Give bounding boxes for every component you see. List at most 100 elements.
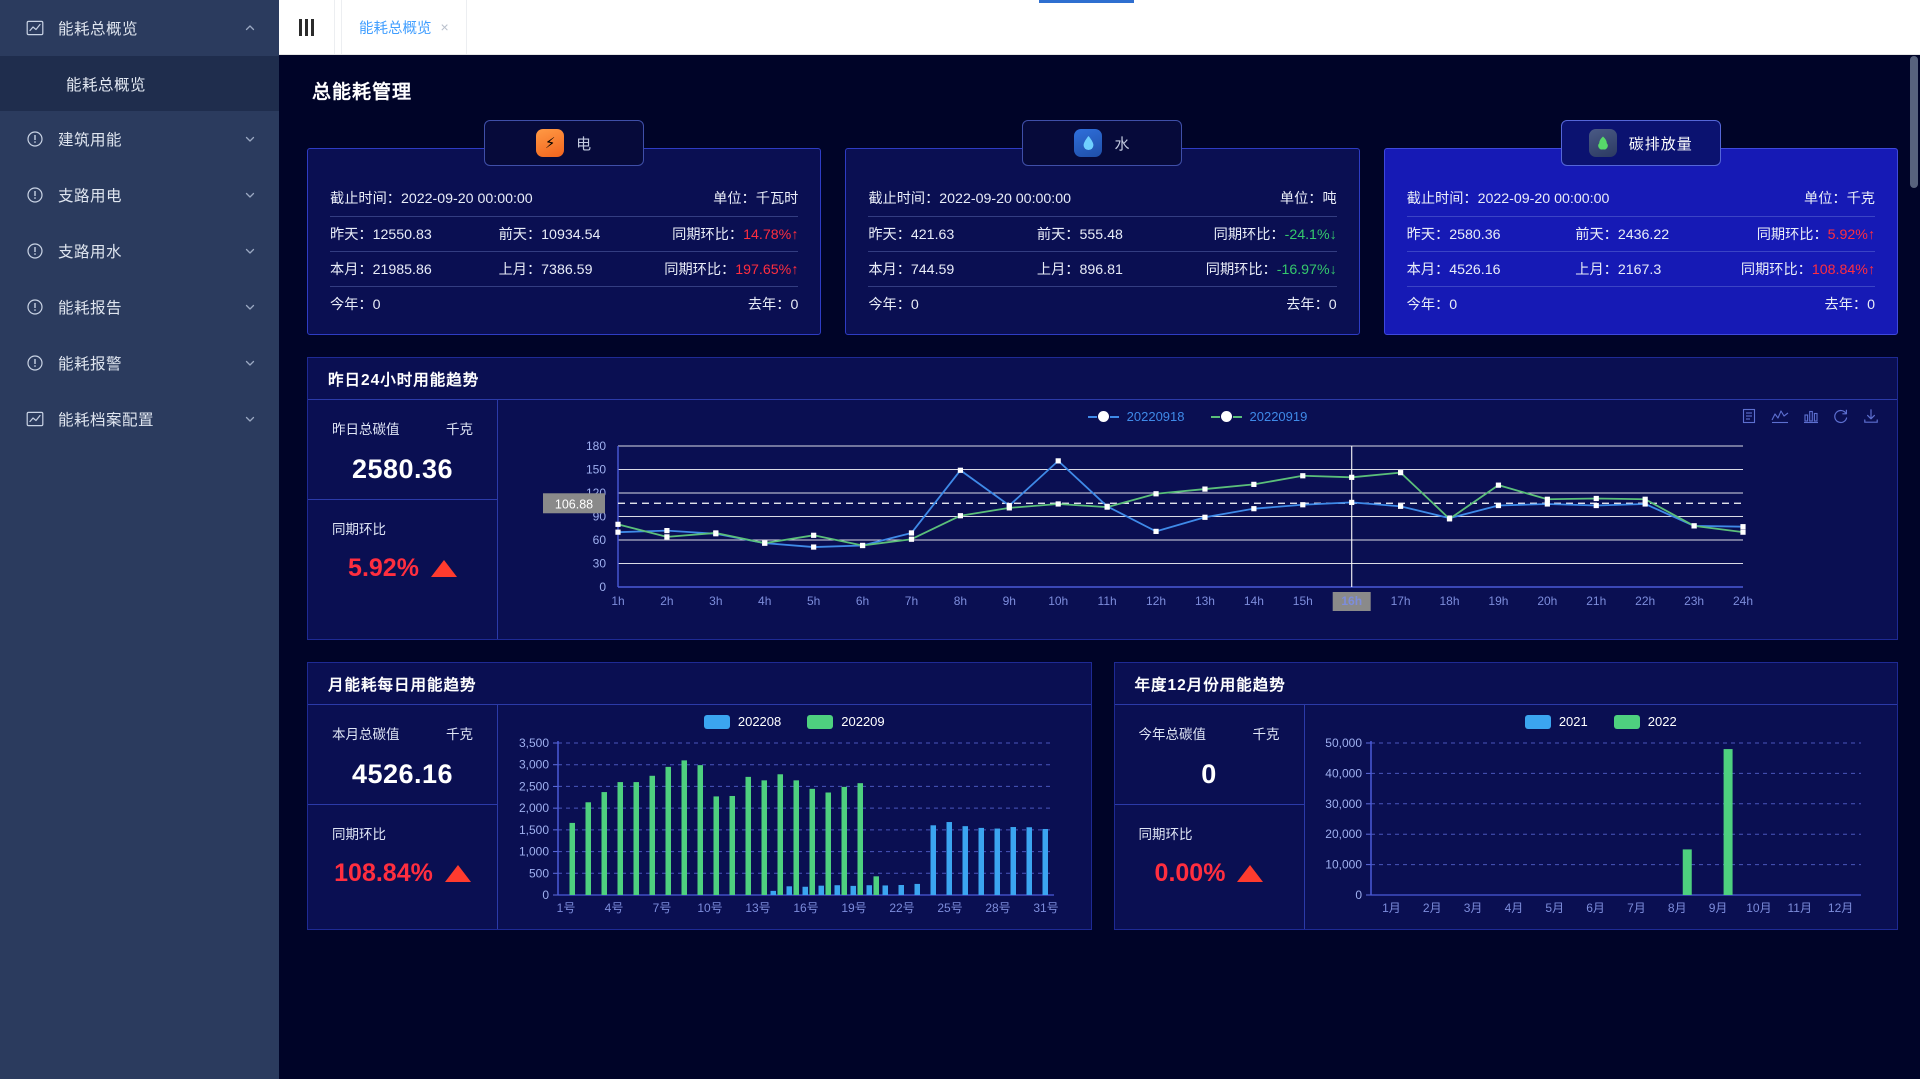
unit-text: 单位：千瓦时: [713, 188, 798, 208]
status-badge: 14.78%↑: [743, 227, 798, 243]
month-ratio-head: 同期环比: [332, 823, 473, 843]
sidebar-item-label: 支路用水: [58, 240, 243, 262]
sidebar-item-energy-report[interactable]: 能耗报告: [0, 279, 279, 335]
hourly-ratio-row: 5.92%: [332, 554, 473, 583]
sidebar-item-energy-alarm[interactable]: 能耗报警: [0, 335, 279, 391]
month-ratio-row: 108.84%: [332, 859, 473, 888]
svg-text:3月: 3月: [1463, 901, 1482, 915]
sidebar-subitem-label: 能耗总概览: [66, 73, 146, 95]
status-badge: -16.97%↓: [1277, 262, 1337, 278]
svg-text:13h: 13h: [1195, 594, 1215, 608]
svg-text:60: 60: [593, 533, 607, 547]
month-total-box: 本月总碳值 千克 4526.16: [308, 705, 497, 804]
chevron-down-icon[interactable]: [243, 244, 257, 258]
svg-text:31号: 31号: [1033, 901, 1058, 915]
sidebar-item-building-energy[interactable]: 建筑用能: [0, 111, 279, 167]
hourly-total-value: 2580.36: [332, 454, 473, 485]
line-chart-icon[interactable]: [1771, 408, 1789, 424]
vertical-scrollbar-thumb[interactable]: [1910, 56, 1918, 188]
chevron-down-icon[interactable]: [243, 412, 257, 426]
tab-water[interactable]: 水: [1022, 120, 1182, 166]
restore-icon[interactable]: [1833, 408, 1849, 424]
chevron-down-icon[interactable]: [243, 188, 257, 202]
legend-item-2022[interactable]: 2022: [1614, 714, 1677, 729]
data-view-icon[interactable]: [1741, 408, 1757, 424]
svg-text:18h: 18h: [1440, 594, 1460, 608]
tab-carbon[interactable]: 碳排放量: [1561, 120, 1721, 166]
chevron-down-icon[interactable]: [243, 132, 257, 146]
sidebar-item-archive-config[interactable]: 能耗档案配置: [0, 391, 279, 447]
year-chart-legend: 2021 2022: [1305, 705, 1898, 729]
legend-label: 2022: [1648, 714, 1677, 729]
kpi-card-body: 截止时间：2022-09-20 00:00:00 单位：千克 昨天：2580.3…: [1384, 148, 1898, 335]
svg-text:16h: 16h: [1341, 594, 1362, 608]
this-month-cell: 本月：744.59: [868, 259, 1037, 279]
svg-text:10月: 10月: [1746, 901, 1771, 915]
sidebar: 能耗总概览 能耗总概览 建筑用能 支路用电: [0, 0, 279, 1079]
svg-text:1月: 1月: [1382, 901, 1401, 915]
hourly-total-head: 昨日总碳值 千克: [332, 418, 473, 438]
panel-title: 年度12月份用能趋势: [1115, 663, 1898, 705]
chevron-down-icon[interactable]: [243, 300, 257, 314]
close-icon[interactable]: ×: [441, 20, 449, 34]
lightning-icon: ⚡: [536, 129, 564, 157]
panel-title: 月能耗每日用能趋势: [308, 663, 1091, 705]
sidebar-item-branch-electricity[interactable]: 支路用电: [0, 167, 279, 223]
hourly-ratio-box: 同期环比 5.92%: [308, 499, 497, 597]
hamburger-icon[interactable]: [279, 0, 335, 54]
kpi-card-carbon: 碳排放量 截止时间：2022-09-20 00:00:00 单位：千克 昨天：2…: [1384, 120, 1898, 335]
tab-overview[interactable]: 能耗总概览 ×: [341, 0, 467, 54]
svg-text:2,500: 2,500: [519, 779, 549, 793]
legend-swatch-icon: [1614, 715, 1640, 729]
panel-body: 本月总碳值 千克 4526.16 同期环比 108.84%: [308, 705, 1091, 929]
chevron-up-icon[interactable]: [243, 21, 257, 35]
last-year-cell: 去年：0: [748, 294, 798, 314]
svg-text:12月: 12月: [1827, 901, 1852, 915]
svg-text:1h: 1h: [611, 594, 624, 608]
last-year-cell: 去年：0: [1286, 294, 1336, 314]
legend-item-20220919[interactable]: 20220919: [1211, 409, 1308, 424]
svg-text:7号: 7号: [653, 901, 672, 915]
hourly-chart-toolbar: [1741, 408, 1879, 424]
svg-text:1,000: 1,000: [519, 845, 549, 859]
svg-text:10号: 10号: [697, 901, 722, 915]
legend-item-2021[interactable]: 2021: [1525, 714, 1588, 729]
info-icon: [26, 242, 44, 260]
topbar-accent-bar: [1039, 0, 1134, 3]
svg-text:23h: 23h: [1684, 594, 1704, 608]
svg-text:8h: 8h: [954, 594, 967, 608]
last-year-cell: 去年：0: [1825, 294, 1875, 314]
download-icon[interactable]: [1863, 408, 1879, 424]
card-day-row: 昨天：12550.83 前天：10934.54 同期环比：14.78%↑: [330, 216, 798, 250]
legend-item-20220918[interactable]: 20220918: [1088, 409, 1185, 424]
tab-carbon-label: 碳排放量: [1629, 133, 1693, 154]
sidebar-item-label: 支路用电: [58, 184, 243, 206]
sidebar-item-overview[interactable]: 能耗总概览: [0, 0, 279, 56]
legend-item-202209[interactable]: 202209: [807, 714, 884, 729]
info-icon: [26, 130, 44, 148]
bottom-panel-row: 月能耗每日用能趋势 本月总碳值 千克 4526.16: [307, 640, 1898, 930]
legend-item-202208[interactable]: 202208: [704, 714, 781, 729]
svg-text:3,500: 3,500: [519, 736, 549, 750]
sidebar-subitem-overview[interactable]: 能耗总概览: [0, 56, 279, 111]
triangle-up-icon: [445, 865, 471, 882]
svg-text:30,000: 30,000: [1325, 797, 1362, 811]
bar-chart-icon[interactable]: [1803, 408, 1819, 424]
svg-text:30: 30: [593, 557, 607, 571]
page-title: 总能耗管理: [312, 77, 1898, 104]
svg-text:16号: 16号: [793, 901, 818, 915]
panel-year-trend: 年度12月份用能趋势 今年总碳值 千克 0: [1114, 662, 1899, 930]
chevron-down-icon[interactable]: [243, 356, 257, 370]
hourly-total-unit: 千克: [446, 418, 473, 438]
tab-electricity[interactable]: ⚡ 电: [484, 120, 644, 166]
hourly-line-chart[interactable]: 03060901201501801h2h3h4h5h6h7h8h9h10h11h…: [498, 424, 1838, 639]
year-bar-chart[interactable]: 010,00020,00030,00040,00050,0001月2月3月4月5…: [1305, 729, 1875, 929]
svg-text:6h: 6h: [856, 594, 869, 608]
kpi-card-body: 截止时间：2022-09-20 00:00:00 单位：吨 昨天：421.63 …: [845, 148, 1359, 335]
tab-electricity-label: 电: [576, 133, 592, 154]
month-bar-chart[interactable]: 05001,0001,5002,0002,5003,0003,5001号4号7号…: [498, 729, 1068, 929]
sidebar-item-branch-water[interactable]: 支路用水: [0, 223, 279, 279]
this-month-cell: 本月：21985.86: [330, 259, 499, 279]
svg-text:8月: 8月: [1667, 901, 1686, 915]
kpi-card-water: 水 截止时间：2022-09-20 00:00:00 单位：吨 昨天：421.6…: [845, 120, 1359, 335]
